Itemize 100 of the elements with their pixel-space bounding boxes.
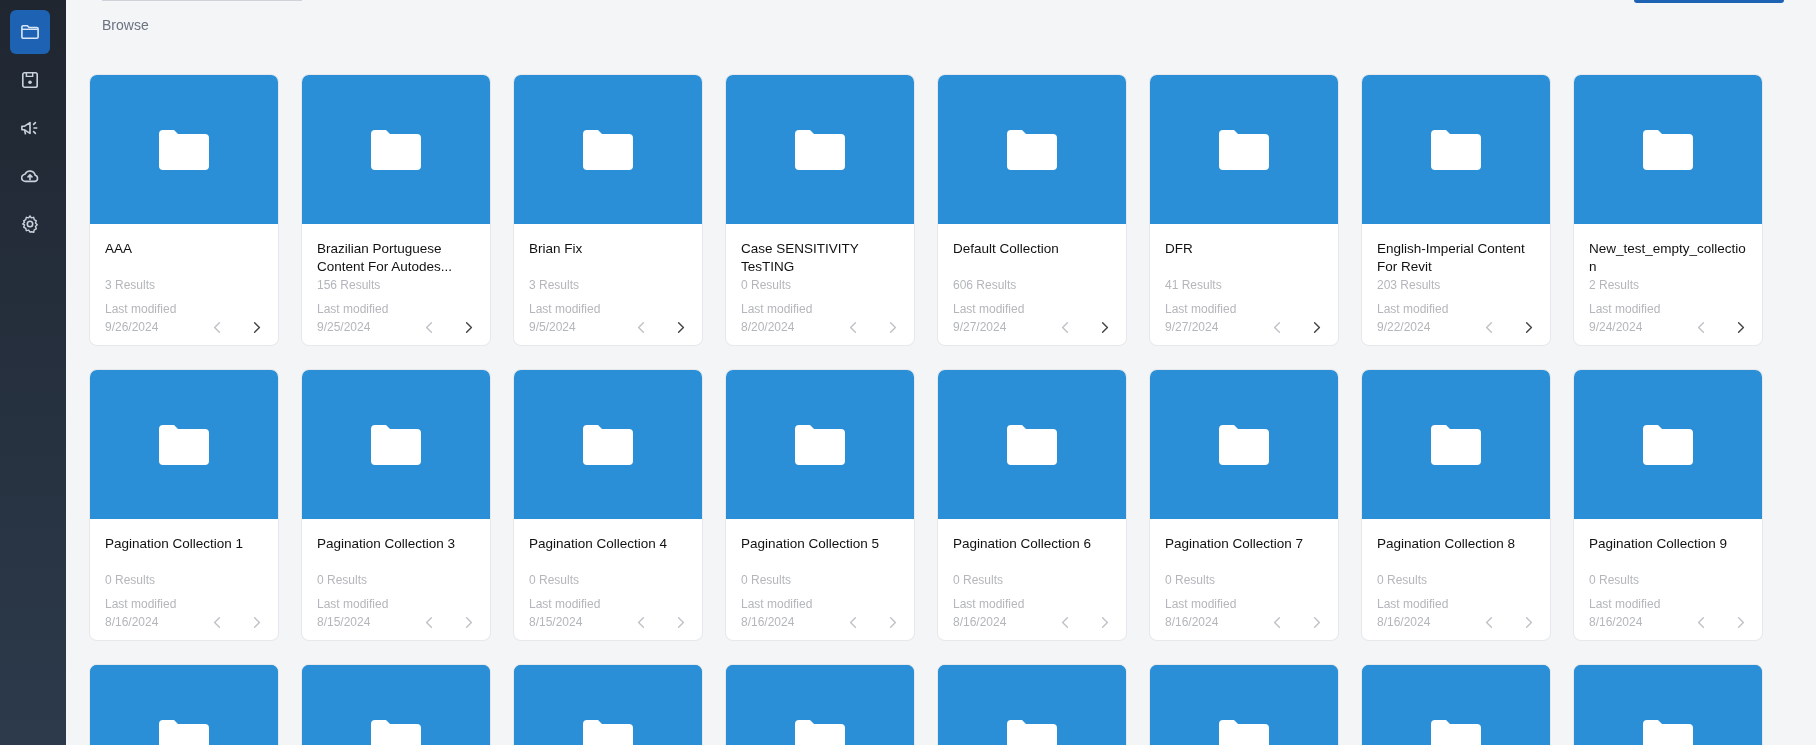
modified-date: 9/22/2024 xyxy=(1377,319,1432,336)
collection-card[interactable]: Pagination Collection 4 0 Results Last modified 8/15/2024 xyxy=(514,370,702,640)
settings-icon xyxy=(21,215,39,233)
collection-card[interactable]: Brazilian Portuguese Content For Autodes... 156 Results Last modified 9/25/2024 xyxy=(302,75,490,345)
chevron-right-icon xyxy=(1313,616,1321,629)
chevron-right-icon xyxy=(1737,616,1745,629)
collection-card[interactable] xyxy=(1574,665,1762,745)
collection-card[interactable]: Case SENSITIVITY TesTING 0 Results Last modified 8/20/2024 xyxy=(726,75,914,345)
collection-name: Default Collection xyxy=(953,240,1060,258)
modified-date: 8/20/2024 xyxy=(741,319,796,336)
chevron-left-icon xyxy=(1061,616,1069,629)
chevron-left-icon xyxy=(425,321,433,334)
chevron-left-icon xyxy=(1485,321,1493,334)
result-count: 0 Results xyxy=(1589,573,1641,587)
chevron-left-icon xyxy=(1273,321,1281,334)
modified-date: 9/27/2024 xyxy=(953,319,1008,336)
chevron-right-icon xyxy=(1737,321,1745,334)
folder-icon xyxy=(1431,424,1481,465)
collection-card[interactable] xyxy=(726,665,914,745)
folder-icon xyxy=(1431,129,1481,170)
collection-card[interactable]: AAA 3 Results Last modified 9/26/2024 xyxy=(90,75,278,345)
action-button[interactable] xyxy=(1634,0,1784,3)
collection-name: Pagination Collection 1 xyxy=(105,535,245,553)
folder-icon xyxy=(583,424,633,465)
modified-date: 8/16/2024 xyxy=(741,614,796,631)
modified-date: 8/15/2024 xyxy=(317,614,372,631)
chevron-right-icon xyxy=(677,321,685,334)
collection-name: English-Imperial Content For Revit xyxy=(1377,240,1526,276)
sidebar-item[interactable] xyxy=(10,10,50,54)
chevron-left-icon xyxy=(637,616,645,629)
collection-card[interactable] xyxy=(302,665,490,745)
result-count: 3 Results xyxy=(105,278,157,292)
collection-card[interactable] xyxy=(90,665,278,745)
chevron-left-icon xyxy=(1273,616,1281,629)
collection-card[interactable]: Pagination Collection 6 0 Results Last modified 8/16/2024 xyxy=(938,370,1126,640)
result-count: 0 Results xyxy=(317,573,369,587)
collection-card[interactable]: Default Collection 606 Results Last modified 9/27/2024 xyxy=(938,75,1126,345)
folder-icon xyxy=(159,129,209,170)
folder-icon xyxy=(795,720,845,745)
collection-card[interactable]: DFR 41 Results Last modified 9/27/2024 xyxy=(1150,75,1338,345)
collection-name: Pagination Collection 9 xyxy=(1589,535,1729,553)
modified-date: 8/16/2024 xyxy=(953,614,1008,631)
collection-card[interactable] xyxy=(1150,665,1338,745)
folder-icon xyxy=(1643,720,1693,745)
collection-card[interactable] xyxy=(1362,665,1550,745)
modified-label: Last modified xyxy=(953,596,1025,613)
modified-label: Last modified xyxy=(741,301,813,318)
folder-icon xyxy=(1431,720,1481,745)
collection-card[interactable]: New_test_empty_collection 2 Results Last modified 9/24/2024 xyxy=(1574,75,1762,345)
modified-label: Last modified xyxy=(1165,596,1237,613)
collection-card[interactable]: Pagination Collection 9 0 Results Last modified 8/16/2024 xyxy=(1574,370,1762,640)
chevron-left-icon xyxy=(213,321,221,334)
folder-icon xyxy=(1219,129,1269,170)
collection-card[interactable]: Brian Fix 3 Results Last modified 9/5/2024 xyxy=(514,75,702,345)
modified-label: Last modified xyxy=(317,596,389,613)
collection-card[interactable]: Pagination Collection 8 0 Results Last modified 8/16/2024 xyxy=(1362,370,1550,640)
result-count: 2 Results xyxy=(1589,278,1641,292)
result-count: 606 Results xyxy=(953,278,1018,292)
collection-card[interactable]: Pagination Collection 1 0 Results Last modified 8/16/2024 xyxy=(90,370,278,640)
collection-name: Pagination Collection 6 xyxy=(953,535,1093,553)
collection-card[interactable] xyxy=(938,665,1126,745)
modified-date: 8/16/2024 xyxy=(1589,614,1644,631)
chevron-left-icon xyxy=(849,321,857,334)
chevron-left-icon xyxy=(637,321,645,334)
modified-label: Last modified xyxy=(953,301,1025,318)
result-count: 0 Results xyxy=(529,573,581,587)
folder-icon xyxy=(1007,129,1057,170)
result-count: 0 Results xyxy=(1165,573,1217,587)
collection-card[interactable]: Pagination Collection 3 0 Results Last modified 8/15/2024 xyxy=(302,370,490,640)
chevron-left-icon xyxy=(1697,616,1705,629)
folder-icon xyxy=(371,720,421,745)
modified-label: Last modified xyxy=(105,596,177,613)
modified-date: 9/5/2024 xyxy=(529,319,577,336)
chevron-left-icon xyxy=(1061,321,1069,334)
collection-card[interactable]: English-Imperial Content For Revit 203 Results Last modified 9/22/2024 xyxy=(1362,75,1550,345)
collection-card[interactable] xyxy=(514,665,702,745)
collection-name: Pagination Collection 5 xyxy=(741,535,881,553)
folder-icon xyxy=(1007,720,1057,745)
result-count: 156 Results xyxy=(317,278,382,292)
chevron-right-icon xyxy=(1101,616,1109,629)
modified-date: 9/27/2024 xyxy=(1165,319,1220,336)
chevron-right-icon xyxy=(889,321,897,334)
modified-date: 9/25/2024 xyxy=(317,319,372,336)
result-count: 3 Results xyxy=(529,278,581,292)
collection-name: Brazilian Portuguese Content For Autodes... xyxy=(317,240,454,276)
chevron-right-icon xyxy=(1313,321,1321,334)
collection-name: Brian Fix xyxy=(529,240,584,258)
modified-label: Last modified xyxy=(105,301,177,318)
collection-card[interactable]: Pagination Collection 5 0 Results Last modified 8/16/2024 xyxy=(726,370,914,640)
modified-label: Last modified xyxy=(1589,301,1661,318)
folder-icon xyxy=(159,424,209,465)
result-count: 0 Results xyxy=(953,573,1005,587)
folder-icon xyxy=(1007,424,1057,465)
folder-icon xyxy=(1219,720,1269,745)
collection-name: Pagination Collection 4 xyxy=(529,535,669,553)
folder-icon xyxy=(1219,424,1269,465)
collection-card[interactable]: Pagination Collection 7 0 Results Last modified 8/16/2024 xyxy=(1150,370,1338,640)
result-count: 203 Results xyxy=(1377,278,1442,292)
chevron-left-icon xyxy=(1485,616,1493,629)
collection-name: New_test_empty_collection xyxy=(1589,240,1747,276)
